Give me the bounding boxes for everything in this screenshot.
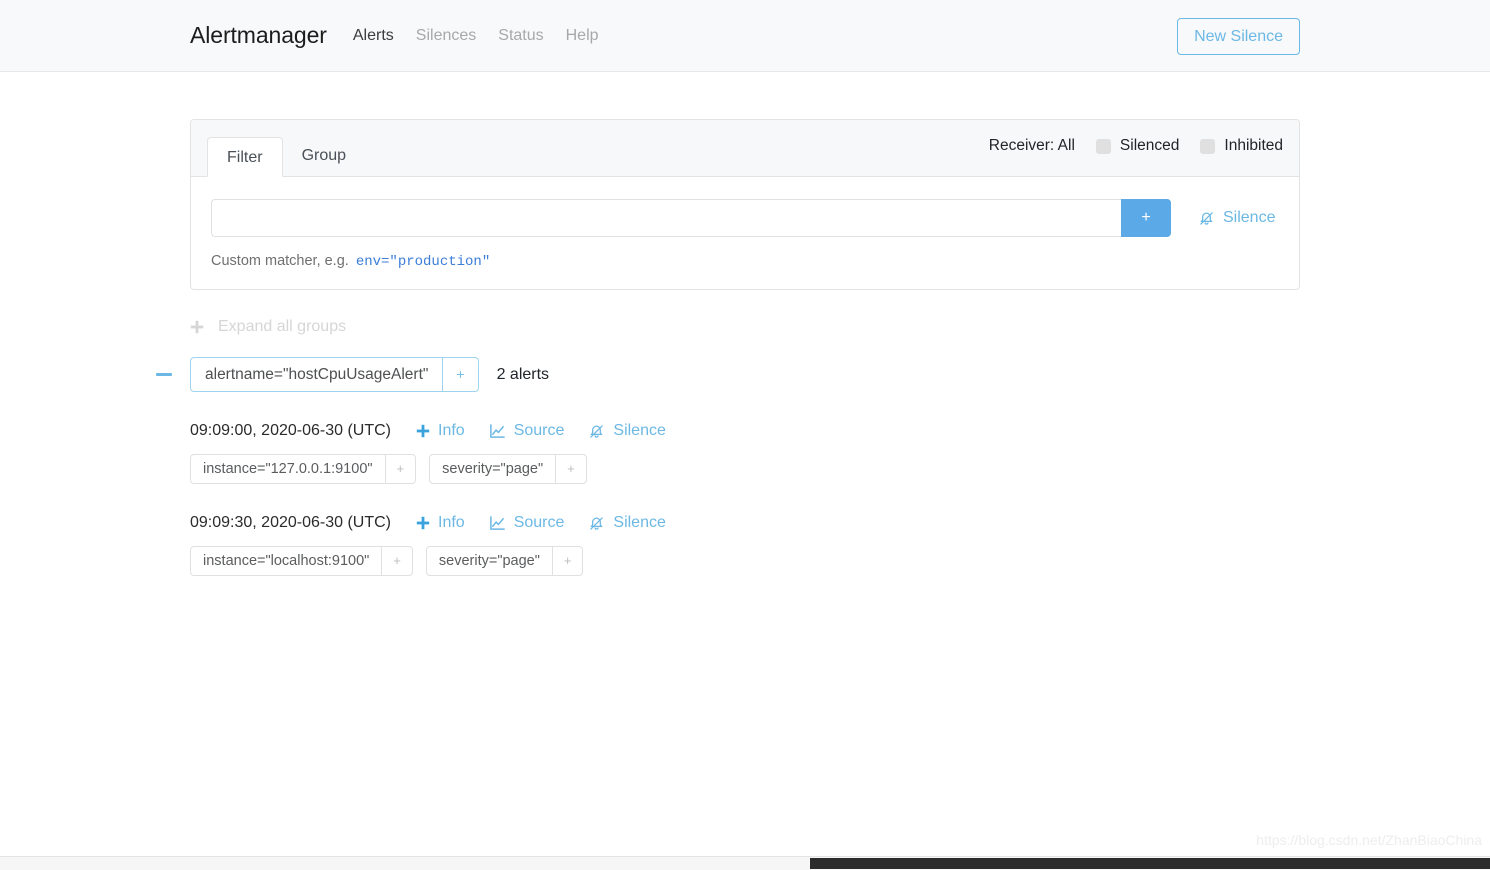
group-matcher-add-button[interactable]: + <box>442 358 477 391</box>
alert-label-add-button[interactable]: + <box>551 547 583 575</box>
alert-labels-row: instance="localhost:9100" + severity="pa… <box>190 546 1300 576</box>
matcher-helper: Custom matcher, e.g. env="production" <box>211 253 1279 270</box>
alert-source-button[interactable]: Source <box>489 514 565 532</box>
filter-card: Filter Group Receiver: All Silenced Inhi… <box>190 119 1300 290</box>
alert-group-header: alertname="hostCpuUsageAlert" + 2 alerts <box>190 357 1300 392</box>
nav-link-alerts[interactable]: Alerts <box>353 27 394 45</box>
nav-link-help[interactable]: Help <box>566 27 599 45</box>
silence-filter-link[interactable]: Silence <box>1198 199 1275 237</box>
alert-item: 09:09:30, 2020-06-30 (UTC) Info Source S… <box>190 514 1300 576</box>
expand-all-groups-button[interactable]: Expand all groups <box>190 318 346 336</box>
filter-card-body: + Silence Custom matcher, e.g. env="prod… <box>191 177 1299 289</box>
matcher-row: + Silence <box>211 199 1279 237</box>
alert-source-button[interactable]: Source <box>489 422 565 440</box>
plus-icon <box>416 516 430 530</box>
tab-filter[interactable]: Filter <box>207 137 283 177</box>
filter-header-controls: Receiver: All Silenced Inhibited <box>989 137 1283 155</box>
collapse-group-toggle[interactable] <box>156 373 172 376</box>
alert-label-text: severity="page" <box>438 553 540 569</box>
watermark: https://blog.csdn.net/ZhanBiaoChina <box>1256 832 1482 848</box>
alert-info-button[interactable]: Info <box>416 514 465 532</box>
alert-info-label: Info <box>438 422 465 439</box>
alert-source-label: Source <box>513 514 565 531</box>
plus-icon <box>190 320 204 334</box>
alert-group: alertname="hostCpuUsageAlert" + 2 alerts… <box>156 357 1300 576</box>
alert-label-pill: severity="page" + <box>425 546 584 576</box>
alert-timestamp: 09:09:00, 2020-06-30 (UTC) <box>190 422 391 439</box>
alert-label-text: severity="page" <box>442 461 544 477</box>
nav-links: Alerts Silences Status Help <box>353 27 599 45</box>
expand-all-groups-label: Expand all groups <box>218 318 347 335</box>
silenced-toggle-label: Silenced <box>1119 137 1180 154</box>
chart-line-icon <box>489 423 506 440</box>
horizontal-scrollbar[interactable] <box>0 856 1490 870</box>
inhibited-toggle[interactable]: Inhibited <box>1200 137 1283 155</box>
horizontal-scrollbar-thumb[interactable] <box>810 858 1490 869</box>
group-matcher-text: alertname="hostCpuUsageAlert" <box>205 366 429 383</box>
alert-label-pill: severity="page" + <box>429 454 587 484</box>
new-silence-button[interactable]: New Silence <box>1177 18 1300 55</box>
alert-labels-row: instance="127.0.0.1:9100" + severity="pa… <box>190 454 1300 484</box>
matcher-input[interactable] <box>211 199 1121 237</box>
silenced-toggle-box[interactable] <box>1095 138 1111 154</box>
page-content: Filter Group Receiver: All Silenced Inhi… <box>0 119 1490 576</box>
inhibited-toggle-label: Inhibited <box>1224 137 1283 154</box>
navbar: Alertmanager Alerts Silences Status Help… <box>0 0 1490 72</box>
bell-slash-icon <box>1198 210 1215 227</box>
app-brand: Alertmanager <box>190 22 327 48</box>
alert-silence-label: Silence <box>613 514 666 531</box>
alert-label-text: instance="localhost:9100" <box>203 553 370 569</box>
nav-link-status[interactable]: Status <box>498 27 543 45</box>
chart-line-icon <box>489 515 506 532</box>
alert-label-add-button[interactable]: + <box>384 455 416 483</box>
receiver-selector[interactable]: Receiver: All <box>989 137 1075 155</box>
alert-silence-button[interactable]: Silence <box>588 422 666 440</box>
filter-card-header: Filter Group Receiver: All Silenced Inhi… <box>191 120 1299 177</box>
alert-info-label: Info <box>438 514 465 531</box>
group-matcher-pill: alertname="hostCpuUsageAlert" + <box>190 357 479 392</box>
alerts-count: 2 alerts <box>496 365 550 383</box>
alert-source-label: Source <box>513 422 565 439</box>
plus-icon <box>416 424 430 438</box>
bell-slash-icon <box>588 423 605 440</box>
alert-label-pill: instance="localhost:9100" + <box>190 546 413 576</box>
alert-header-row: 09:09:30, 2020-06-30 (UTC) Info Source S… <box>190 514 1300 532</box>
tab-group[interactable]: Group <box>283 136 365 176</box>
inhibited-toggle-box[interactable] <box>1200 138 1216 154</box>
alert-header-row: 09:09:00, 2020-06-30 (UTC) Info Source S… <box>190 422 1300 440</box>
alert-info-button[interactable]: Info <box>416 422 465 440</box>
alert-silence-button[interactable]: Silence <box>588 514 666 532</box>
alert-label-add-button[interactable]: + <box>381 547 412 575</box>
alert-item: 09:09:00, 2020-06-30 (UTC) Info Source S… <box>190 422 1300 484</box>
alert-label-text: instance="127.0.0.1:9100" <box>203 461 373 477</box>
alert-label-add-button[interactable]: + <box>555 455 586 483</box>
bell-slash-icon <box>588 515 605 532</box>
silenced-toggle[interactable]: Silenced <box>1095 137 1180 155</box>
matcher-helper-text: Custom matcher, e.g. <box>211 253 349 269</box>
matcher-helper-example: env="production" <box>355 254 491 270</box>
filter-tabs: Filter Group <box>207 120 365 177</box>
alert-silence-label: Silence <box>613 422 666 439</box>
add-matcher-button[interactable]: + <box>1121 199 1171 237</box>
silence-filter-label: Silence <box>1223 209 1276 226</box>
alert-timestamp: 09:09:30, 2020-06-30 (UTC) <box>190 514 391 531</box>
nav-link-silences[interactable]: Silences <box>416 27 476 45</box>
alert-label-pill: instance="127.0.0.1:9100" + <box>190 454 417 484</box>
